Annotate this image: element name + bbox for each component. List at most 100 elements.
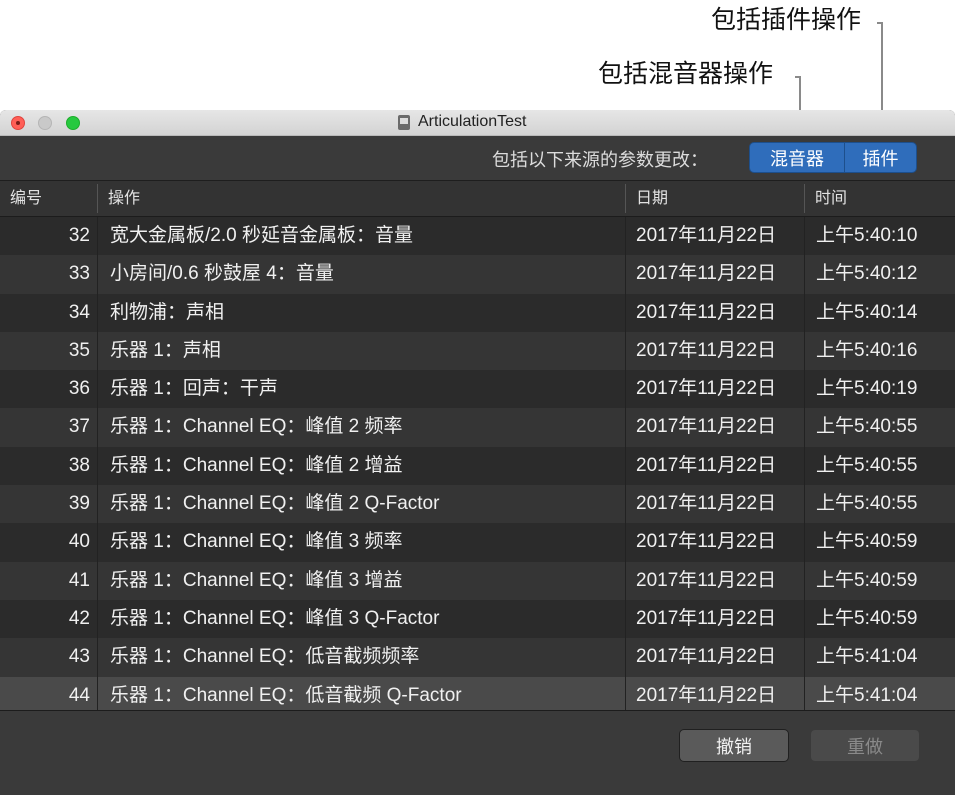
- minimize-button[interactable]: [38, 116, 52, 130]
- row-number: 34: [68, 301, 90, 323]
- plugins-toggle-button[interactable]: 插件: [845, 143, 916, 172]
- column-divider: [804, 255, 805, 294]
- row-number: 42: [68, 607, 90, 629]
- column-divider: [97, 293, 98, 332]
- column-divider: [804, 370, 805, 409]
- filter-label: 包括以下来源的参数更改：: [492, 150, 708, 170]
- column-divider: [804, 599, 805, 639]
- row-number: 44: [68, 684, 90, 706]
- zoom-button[interactable]: [66, 116, 80, 130]
- row-time: 上午5:40:14: [816, 301, 918, 323]
- table-row[interactable]: 34 利物浦：声相 2017年11月22日 上午5:40:14: [0, 293, 955, 332]
- filter-bar: 包括以下来源的参数更改： 混音器 插件: [0, 136, 955, 181]
- column-divider: [97, 638, 98, 677]
- row-date: 2017年11月22日: [636, 263, 777, 285]
- source-segmented-control: 混音器 插件: [749, 142, 917, 173]
- close-button[interactable]: [11, 116, 25, 130]
- column-divider: [625, 599, 626, 639]
- title-bar[interactable]: ArticulationTest: [0, 110, 955, 136]
- undo-history-window: ArticulationTest 包括以下来源的参数更改： 混音器 插件 编号 …: [0, 110, 955, 795]
- callout-mixer: 包括混音器操作: [598, 60, 774, 88]
- column-divider: [97, 485, 98, 524]
- footer-bar: 撤销 重做: [0, 710, 955, 795]
- mixer-toggle-button[interactable]: 混音器: [750, 143, 845, 172]
- table-row[interactable]: 38 乐器 1：Channel EQ：峰值 2 增益 2017年11月22日 上午5:…: [0, 446, 955, 486]
- row-operation: 乐器 1：Channel EQ：低音截频 Q-Factor: [110, 684, 462, 706]
- row-number: 43: [68, 646, 90, 668]
- row-operation: 乐器 1：Channel EQ：峰值 2 增益: [110, 454, 403, 476]
- table-row[interactable]: 39 乐器 1：Channel EQ：峰值 2 Q-Factor 2017年11月2…: [0, 485, 955, 524]
- column-header-number[interactable]: 编号: [0, 181, 97, 216]
- row-number: 39: [68, 493, 90, 515]
- table-row[interactable]: 36 乐器 1：回声：干声 2017年11月22日 上午5:40:19: [0, 370, 955, 409]
- row-operation: 乐器 1：Channel EQ：峰值 2 频率: [110, 416, 403, 438]
- column-header-time[interactable]: 时间: [805, 181, 955, 216]
- window-title: ArticulationTest: [398, 113, 527, 131]
- row-time: 上午5:40:59: [816, 569, 918, 591]
- row-number: 40: [68, 531, 90, 553]
- redo-button[interactable]: 重做: [810, 729, 920, 762]
- row-time: 上午5:41:04: [816, 646, 918, 668]
- row-time: 上午5:40:10: [816, 225, 918, 246]
- callout-plugins: 包括插件操作: [711, 6, 862, 34]
- table-row[interactable]: 32 宽大金属板/2.0 秒延音金属板：音量 2017年11月22日 上午5:40:1…: [0, 217, 955, 256]
- column-divider: [804, 217, 805, 256]
- table-row[interactable]: 43 乐器 1：Channel EQ：低音截频频率 2017年11月22日 上午5:4…: [0, 638, 955, 677]
- table-row[interactable]: 40 乐器 1：Channel EQ：峰值 3 频率 2017年11月22日 上午5:…: [0, 523, 955, 562]
- row-number: 38: [68, 454, 90, 476]
- table-row[interactable]: 42 乐器 1：Channel EQ：峰值 3 Q-Factor 2017年11月2…: [0, 599, 955, 639]
- column-divider: [97, 446, 98, 486]
- column-divider: [625, 638, 626, 677]
- table-row[interactable]: 35 乐器 1：声相 2017年11月22日 上午5:40:16: [0, 331, 955, 371]
- row-date: 2017年11月22日: [636, 378, 777, 400]
- column-divider: [625, 331, 626, 371]
- table-row[interactable]: 37 乐器 1：Channel EQ：峰值 2 频率 2017年11月22日 上午5:…: [0, 408, 955, 447]
- row-time: 上午5:40:59: [816, 607, 918, 629]
- row-operation: 小房间/0.6 秒鼓屋 4：音量: [110, 263, 334, 285]
- row-date: 2017年11月22日: [636, 493, 777, 515]
- row-time: 上午5:41:04: [816, 684, 918, 706]
- column-header-operation[interactable]: 操作: [98, 181, 625, 216]
- row-number: 35: [68, 339, 90, 361]
- table-row[interactable]: 33 小房间/0.6 秒鼓屋 4：音量 2017年11月22日 上午5:40:12: [0, 255, 955, 294]
- row-number: 32: [68, 225, 90, 246]
- undo-button[interactable]: 撤销: [679, 729, 789, 762]
- column-divider: [625, 293, 626, 332]
- row-number: 36: [68, 378, 90, 400]
- row-time: 上午5:40:55: [816, 454, 918, 476]
- row-operation: 乐器 1：Channel EQ：峰值 3 Q-Factor: [110, 607, 440, 629]
- row-operation: 利物浦：声相: [110, 301, 225, 323]
- column-divider: [625, 561, 626, 600]
- row-operation: 乐器 1：Channel EQ：低音截频频率: [110, 646, 420, 668]
- column-divider: [804, 293, 805, 332]
- row-time: 上午5:40:55: [816, 416, 918, 438]
- column-divider: [804, 523, 805, 562]
- column-divider: [625, 217, 626, 256]
- column-header-date[interactable]: 日期: [626, 181, 804, 216]
- column-divider: [804, 446, 805, 486]
- column-divider: [97, 523, 98, 562]
- row-date: 2017年11月22日: [636, 531, 777, 553]
- row-number: 37: [68, 416, 90, 438]
- window-title-text: ArticulationTest: [418, 113, 527, 130]
- document-icon: [398, 114, 410, 130]
- column-divider: [97, 599, 98, 639]
- row-date: 2017年11月22日: [636, 454, 777, 476]
- column-divider: [97, 255, 98, 294]
- column-divider: [625, 485, 626, 524]
- column-divider: [804, 561, 805, 600]
- column-divider: [97, 370, 98, 409]
- column-divider: [97, 561, 98, 600]
- row-operation: 乐器 1：Channel EQ：峰值 3 增益: [110, 569, 403, 591]
- column-divider: [97, 408, 98, 447]
- row-date: 2017年11月22日: [636, 301, 777, 323]
- row-time: 上午5:40:12: [816, 263, 918, 285]
- column-divider: [625, 446, 626, 486]
- column-divider: [97, 217, 98, 256]
- table-row[interactable]: 41 乐器 1：Channel EQ：峰值 3 增益 2017年11月22日 上午5:…: [0, 561, 955, 600]
- column-divider: [804, 331, 805, 371]
- row-time: 上午5:40:19: [816, 378, 918, 400]
- row-date: 2017年11月22日: [636, 646, 777, 668]
- row-date: 2017年11月22日: [636, 416, 777, 438]
- column-divider: [804, 485, 805, 524]
